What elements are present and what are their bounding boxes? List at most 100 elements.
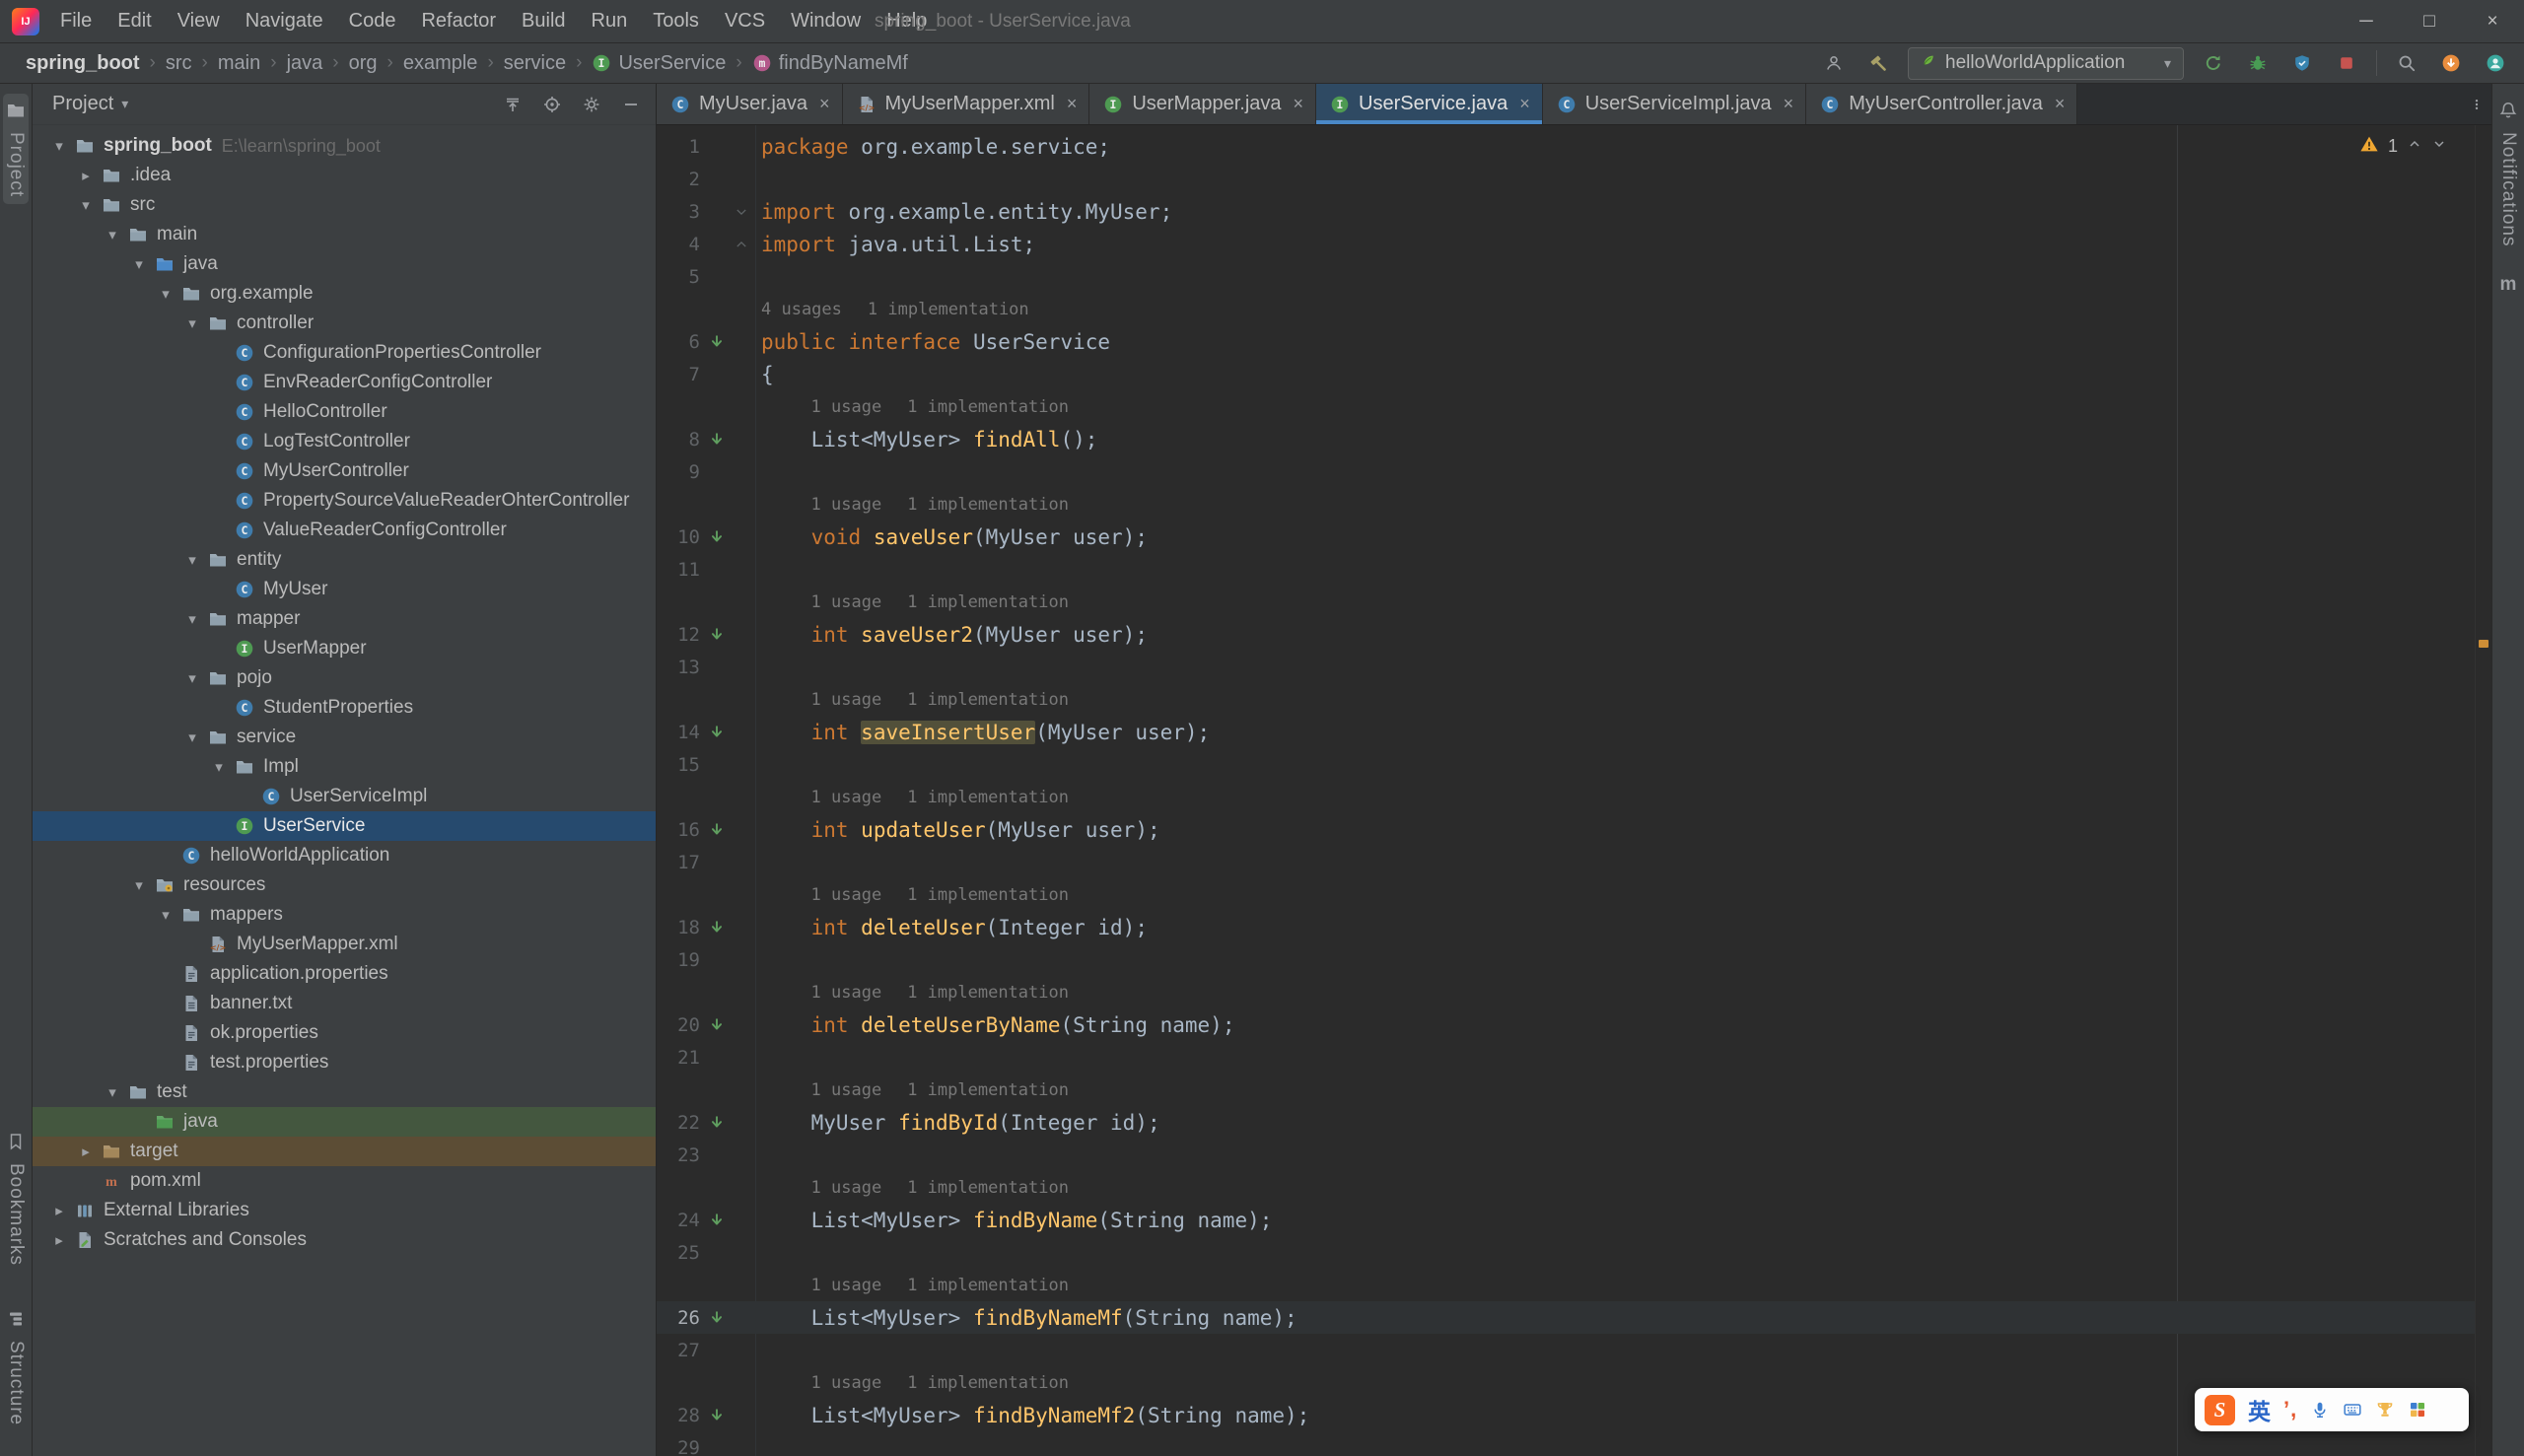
ime-trophy-icon[interactable]: [2375, 1400, 2395, 1420]
tree-item-studentproperties[interactable]: C StudentProperties: [33, 693, 656, 723]
run-configuration-select[interactable]: helloWorldApplication ▾: [1908, 46, 2184, 80]
implemented-marker-icon[interactable]: [700, 1407, 734, 1424]
user-avatar-icon[interactable]: [2481, 48, 2510, 78]
implementation-hint[interactable]: 1 implementation: [907, 1373, 1069, 1393]
prev-problem-icon[interactable]: [2407, 136, 2422, 157]
breadcrumb-item-main[interactable]: main: [218, 52, 260, 75]
locate-file-icon[interactable]: [537, 90, 567, 119]
project-tree[interactable]: ▾ spring_boot E:\learn\spring_boot ▸ .idea ▾ s…: [33, 125, 656, 1456]
sogou-logo-icon[interactable]: S: [2205, 1394, 2235, 1425]
tool-stripe-maven[interactable]: m: [2500, 274, 2517, 296]
warning-icon[interactable]: [2359, 134, 2379, 159]
breadcrumb-item-spring_boot[interactable]: spring_boot: [26, 52, 140, 75]
breadcrumb-item-findbynamemf[interactable]: m findByNameMf: [752, 52, 908, 75]
tree-item-pojo[interactable]: ▾ pojo: [33, 663, 656, 693]
chevron-down-icon[interactable]: ▾: [206, 758, 232, 776]
implemented-marker-icon[interactable]: [700, 724, 734, 741]
implementation-hint[interactable]: 1 implementation: [907, 690, 1069, 710]
implementation-hint[interactable]: 1 implementation: [907, 1276, 1069, 1295]
implemented-marker-icon[interactable]: [700, 626, 734, 644]
tree-item-controller[interactable]: ▾ controller: [33, 309, 656, 338]
implementation-hint[interactable]: 1 implementation: [907, 885, 1069, 905]
tree-item-.idea[interactable]: ▸ .idea: [33, 161, 656, 190]
search-everywhere-icon[interactable]: [2392, 48, 2421, 78]
chevron-down-icon[interactable]: ▾: [46, 137, 72, 155]
fold-up-icon[interactable]: [734, 238, 749, 251]
tree-item-mappers[interactable]: ▾ mappers: [33, 900, 656, 930]
error-stripe[interactable]: [2475, 125, 2491, 1456]
implemented-marker-icon[interactable]: [700, 1212, 734, 1229]
tree-item-org.example[interactable]: ▾ org.example: [33, 279, 656, 309]
usage-hint[interactable]: 1 usage: [811, 1373, 882, 1393]
editor-tab-usermapper.java[interactable]: I UserMapper.java ×: [1089, 84, 1317, 124]
implementation-hint[interactable]: 1 implementation: [907, 397, 1069, 417]
usage-hint[interactable]: 1 usage: [811, 788, 882, 807]
implementation-hint[interactable]: 1 implementation: [907, 1080, 1069, 1100]
tree-item-hellocontroller[interactable]: C HelloController: [33, 397, 656, 427]
usage-hint[interactable]: 1 usage: [811, 1080, 882, 1100]
tree-item-helloworldapplication[interactable]: ChelloWorldApplication: [33, 841, 656, 870]
implemented-marker-icon[interactable]: [700, 333, 734, 351]
tree-item-propertysourcevaluereaderohtercontroller[interactable]: C PropertySourceValueReaderOhterControlle…: [33, 486, 656, 516]
tree-item-myusermapper.xml[interactable]: </> MyUserMapper.xml: [33, 930, 656, 959]
chevron-down-icon[interactable]: ▾: [153, 285, 178, 303]
tab-close-icon[interactable]: ×: [1294, 94, 1304, 114]
usage-hint[interactable]: 1 usage: [811, 983, 882, 1003]
menu-item-tools[interactable]: Tools: [640, 0, 712, 42]
tree-item-impl[interactable]: ▾ Impl: [33, 752, 656, 782]
chevron-right-icon[interactable]: ▸: [73, 167, 99, 184]
implemented-marker-icon[interactable]: [700, 528, 734, 546]
tab-close-icon[interactable]: ×: [2055, 94, 2066, 114]
tree-item-valuereaderconfigcontroller[interactable]: C ValueReaderConfigController: [33, 516, 656, 545]
tree-item-scratches and consoles[interactable]: ▸ Scratches and Consoles: [33, 1225, 656, 1255]
tree-item-userserviceimpl[interactable]: C UserServiceImpl: [33, 782, 656, 811]
menu-item-code[interactable]: Code: [336, 0, 409, 42]
chevron-down-icon[interactable]: ▾: [73, 196, 99, 214]
breadcrumb-item-userservice[interactable]: I UserService: [592, 52, 726, 75]
usage-hint[interactable]: 1 usage: [811, 592, 882, 612]
usage-hint[interactable]: 1 usage: [811, 885, 882, 905]
tree-item-banner.txt[interactable]: banner.txt: [33, 989, 656, 1018]
tree-item-test[interactable]: ▾ test: [33, 1077, 656, 1107]
tool-stripe-project[interactable]: Project: [3, 94, 29, 205]
usage-hint[interactable]: 1 usage: [811, 1276, 882, 1295]
implemented-marker-icon[interactable]: [700, 431, 734, 449]
tree-item-logtestcontroller[interactable]: C LogTestController: [33, 427, 656, 456]
ime-mic-icon[interactable]: [2310, 1400, 2330, 1420]
chevron-down-icon[interactable]: ▾: [100, 226, 125, 243]
tree-item-java[interactable]: ▾ java: [33, 249, 656, 279]
implementation-hint[interactable]: 1 implementation: [907, 495, 1069, 515]
fold-down-icon[interactable]: [734, 205, 749, 219]
tree-item-entity[interactable]: ▾ entity: [33, 545, 656, 575]
usage-hint[interactable]: 1 usage: [811, 690, 882, 710]
breadcrumb-item-org[interactable]: org: [349, 52, 378, 75]
tree-item-configurationpropertiescontroller[interactable]: C ConfigurationPropertiesController: [33, 338, 656, 368]
menu-item-view[interactable]: View: [165, 0, 233, 42]
tree-item-pom.xml[interactable]: m pom.xml: [33, 1166, 656, 1196]
ime-grid-icon[interactable]: [2408, 1400, 2427, 1420]
tree-item-main[interactable]: ▾ main: [33, 220, 656, 249]
chevron-right-icon[interactable]: ▸: [46, 1202, 72, 1219]
implemented-marker-icon[interactable]: [700, 919, 734, 936]
implementation-hint[interactable]: 1 implementation: [907, 592, 1069, 612]
tree-item-service[interactable]: ▾ service: [33, 723, 656, 752]
stop-icon[interactable]: [2332, 48, 2361, 78]
tool-stripe-notifications[interactable]: Notifications: [2495, 125, 2521, 254]
update-icon[interactable]: [2436, 48, 2466, 78]
menu-item-vcs[interactable]: VCS: [712, 0, 778, 42]
tree-item-usermapper[interactable]: I UserMapper: [33, 634, 656, 663]
panel-settings-icon[interactable]: [577, 90, 606, 119]
implementation-hint[interactable]: 1 implementation: [907, 983, 1069, 1003]
tree-item-target[interactable]: ▸ target: [33, 1137, 656, 1166]
menu-item-edit[interactable]: Edit: [105, 0, 164, 42]
editor-content[interactable]: 1 package org.example.service; 2 3 import or…: [657, 125, 2475, 1456]
tab-options-icon[interactable]: [2462, 90, 2491, 119]
tree-item-external libraries[interactable]: ▸ External Libraries: [33, 1196, 656, 1225]
editor-tab-userserviceimpl.java[interactable]: C UserServiceImpl.java ×: [1542, 84, 1807, 124]
tab-close-icon[interactable]: ×: [819, 94, 830, 114]
collapse-all-icon[interactable]: [498, 90, 527, 119]
tab-close-icon[interactable]: ×: [1067, 94, 1078, 114]
ime-punctuation-icon[interactable]: ’,: [2283, 1397, 2297, 1422]
error-stripe-mark[interactable]: [2479, 640, 2489, 648]
tree-item-mapper[interactable]: ▾ mapper: [33, 604, 656, 634]
